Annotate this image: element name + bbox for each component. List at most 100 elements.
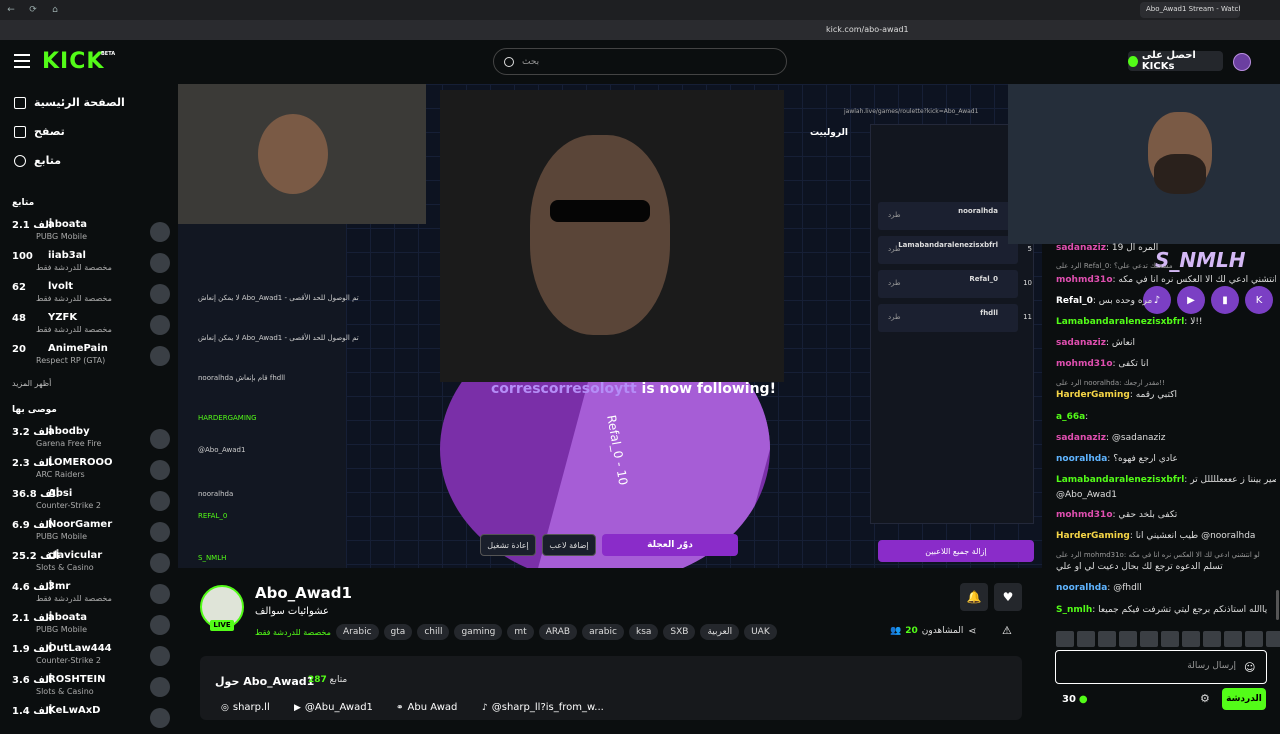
chat-text: بيصير بيننا ز ععععللللل تر!!! — [1190, 475, 1276, 485]
video-player[interactable]: الرولييت jawlah.live/games/roulette?kick… — [178, 84, 1042, 568]
webcam-left — [178, 84, 426, 224]
share-icon[interactable]: ⋖ — [968, 626, 976, 637]
channel-avatar — [150, 429, 170, 449]
stream-tag[interactable]: gta — [383, 624, 413, 640]
following-channel-item[interactable]: 62 lvolt مخصصة للدردشة فقط — [10, 280, 170, 310]
recommended-channel-item[interactable]: 3.2 ألف abodby Garena Free Fire — [10, 425, 170, 455]
chat-username[interactable]: sadanaziz — [1056, 243, 1106, 253]
chat-username[interactable]: a_66a — [1056, 412, 1085, 422]
emote-icon[interactable] — [1119, 631, 1137, 647]
following-channel-item[interactable]: 2.1 ألف aboata PUBG Mobile — [10, 218, 170, 248]
following-channel-item[interactable]: 20 AnimePain Respect RP (GTA) — [10, 342, 170, 372]
nav-following[interactable]: متابع — [14, 154, 61, 167]
social-link[interactable]: ⚭ Abu Awad — [396, 702, 457, 713]
nav-home[interactable]: الصفحة الرئيسية — [14, 96, 125, 109]
chat-scrollbar[interactable] — [1276, 590, 1279, 620]
chat-input[interactable]: إرسال رسالة — [1055, 650, 1267, 684]
emote-icon[interactable] — [1077, 631, 1095, 647]
player-row: fhdll طرد 11 — [878, 304, 1032, 332]
report-icon[interactable]: ⚠ — [1002, 624, 1012, 637]
back-icon[interactable]: ← — [0, 5, 22, 15]
chat-username[interactable]: sadanaziz — [1056, 433, 1106, 443]
url-text[interactable]: kick.com/abo-awad1 — [826, 25, 909, 34]
stream-tag[interactable]: UAK — [744, 624, 777, 640]
nav-browse[interactable]: تصفح — [14, 125, 65, 138]
recommended-channel-item[interactable]: 3.6 ألف ROSHTEIN Slots & Casino — [10, 673, 170, 703]
stream-tag[interactable]: SXB — [663, 624, 696, 640]
get-kicks-button[interactable]: احصل على KICKs — [1128, 50, 1223, 72]
social-youtube[interactable]: ▶ @Abu_Awad1 — [294, 702, 373, 713]
stream-tag[interactable]: Arabic — [336, 624, 379, 640]
show-more-link[interactable]: أظهر المزيد — [12, 379, 51, 388]
chat-username[interactable]: mohmd31o — [1056, 510, 1113, 520]
settings-gear-icon[interactable]: ⚙ — [1200, 692, 1210, 705]
followers-count: 287 متابع — [308, 675, 347, 685]
channel-name: KeLwAxD — [48, 705, 101, 716]
social-instagram[interactable]: ◎ sharp.ll — [221, 702, 270, 713]
following-channel-item[interactable]: 48 YZFK مخصصة للدردشة فقط — [10, 311, 170, 341]
notification-bell-button[interactable]: 🔔 — [960, 583, 988, 611]
recommended-channel-item[interactable]: 2.1 ألف aboata PUBG Mobile — [10, 611, 170, 641]
chat-username[interactable]: sadanaziz — [1056, 338, 1106, 348]
nav-home-label: الصفحة الرئيسية — [34, 96, 125, 109]
stream-tag[interactable]: chill — [417, 624, 450, 640]
chat-username[interactable]: HarderGaming — [1056, 390, 1130, 400]
channel-name: NoorGamer — [48, 519, 113, 530]
recommended-channel-item[interactable]: 36.8 ألف Absi Counter-Strike 2 — [10, 487, 170, 517]
inner-chat-line: لا يمكن إنعاش Abo_Awad1 - تم الوصول للحد… — [198, 334, 359, 342]
hamburger-menu-icon[interactable] — [14, 54, 30, 68]
chat-text: تسلم الدعوه ترجع لك بحال دعيت لي او علي — [1056, 562, 1223, 572]
stream-tag[interactable]: mt — [507, 624, 534, 640]
recommended-channel-item[interactable]: 6.9 ألف NoorGamer PUBG Mobile — [10, 518, 170, 548]
chat-username[interactable]: nooralhda — [1056, 583, 1107, 593]
webcam-center — [440, 90, 784, 382]
stream-tag[interactable]: العربية — [700, 624, 740, 640]
stream-tag[interactable]: arabic — [582, 624, 624, 640]
chat-username[interactable]: HarderGaming — [1056, 531, 1130, 541]
chat-username[interactable]: Lamabandaralenezisxbfrl — [1056, 475, 1184, 485]
kick-logo[interactable]: KICK — [42, 49, 104, 74]
chat-username[interactable]: Refal_0 — [1056, 296, 1093, 306]
address-bar[interactable]: kick.com/abo-awad1 — [0, 20, 1280, 40]
recommended-channel-item[interactable]: 4.6 ألف 3mr مخصصة للدردشة فقط — [10, 580, 170, 610]
user-avatar[interactable] — [1233, 53, 1251, 71]
emote-icon[interactable] — [1098, 631, 1116, 647]
stream-tag[interactable]: gaming — [454, 624, 503, 640]
following-channel-item[interactable]: 100 iiab3al مخصصة للدردشة فقط — [10, 249, 170, 279]
stream-tag[interactable]: ksa — [628, 624, 659, 640]
channel-category: مخصصة للدردشة فقط — [36, 263, 112, 272]
recommended-channel-item[interactable]: 1.9 ألف OutLaw444 Counter-Strike 2 — [10, 642, 170, 672]
stream-category[interactable]: مخصصة للدردشة فقط — [255, 628, 331, 637]
reload-icon[interactable]: ⟳ — [22, 5, 44, 15]
search-input[interactable]: بحث — [493, 48, 787, 75]
viewer-count: 2.1 ألف — [12, 613, 53, 624]
recommended-channel-item[interactable]: 2.3 ألف LOMEROOO ARC Raiders — [10, 456, 170, 486]
chat-username[interactable]: nooralhda — [1056, 454, 1107, 464]
emote-icon[interactable] — [1140, 631, 1158, 647]
chat-text: انا تكفى — [1118, 359, 1149, 369]
chat-username[interactable]: mohmd31o — [1056, 275, 1113, 285]
emote-icon[interactable] — [1266, 631, 1280, 647]
emoji-icon[interactable]: ☺ — [1244, 661, 1255, 674]
stream-tag[interactable]: ARAB — [538, 624, 578, 640]
chat-username[interactable]: S_nmlh — [1056, 605, 1092, 615]
emote-icon[interactable] — [1182, 631, 1200, 647]
emote-icon[interactable] — [1245, 631, 1263, 647]
social-tiktok[interactable]: ♪ @sharp_ll?is_from_w... — [482, 702, 604, 713]
chat-username[interactable]: Lamabandaralenezisxbfrl — [1056, 317, 1184, 327]
recommended-channel-item[interactable]: 1.4 ألف KeLwAxD — [10, 704, 170, 734]
kicks-balance[interactable]: 30 ● — [1062, 694, 1088, 705]
chat-send-button[interactable]: الدردشة — [1222, 688, 1266, 710]
recommended-channel-item[interactable]: 25.2 ألف clavicular Slots & Casino — [10, 549, 170, 579]
channel-category: مخصصة للدردشة فقط — [36, 594, 112, 603]
home-icon[interactable]: ⌂ — [44, 5, 66, 15]
chat-username[interactable]: mohmd31o — [1056, 359, 1113, 369]
streamer-name[interactable]: Abo_Awad1 — [255, 584, 352, 602]
emote-icon[interactable] — [1056, 631, 1074, 647]
browser-tab[interactable]: Abo_Awad1 Stream - Watch — [1140, 2, 1240, 18]
emote-icon[interactable] — [1203, 631, 1221, 647]
emote-icon[interactable] — [1161, 631, 1179, 647]
chat-text: مره وحده بس — [1098, 296, 1153, 306]
emote-icon[interactable] — [1224, 631, 1242, 647]
follow-heart-button[interactable]: ♥ — [994, 583, 1022, 611]
